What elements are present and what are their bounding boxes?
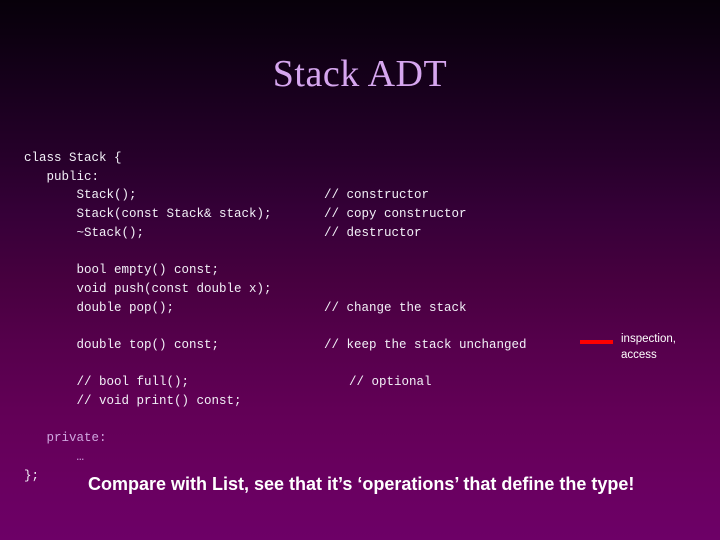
annotation-text: inspection, access	[621, 331, 713, 363]
code-line-text: …	[24, 450, 85, 464]
code-line: Stack(); // constructor	[24, 186, 584, 205]
code-line: double pop(); // change the stack	[24, 299, 584, 318]
code-line-text: public:	[24, 169, 100, 184]
code-line-comment: // destructor	[324, 225, 422, 240]
code-line-text: bool empty() const;	[24, 263, 220, 278]
code-line: private:	[24, 429, 584, 448]
code-line-comment: // optional	[349, 375, 432, 390]
code-block: class Stack { public: Stack(); // constru…	[24, 149, 584, 485]
code-line: class Stack {	[24, 149, 584, 168]
code-line-text: double top() const;	[24, 337, 220, 352]
code-line-text: class Stack {	[24, 151, 122, 165]
code-line-text: double pop();	[24, 300, 175, 315]
code-line-text: ~Stack();	[24, 225, 145, 240]
code-line-text: Stack();	[24, 188, 137, 203]
code-line: bool empty() const;	[24, 261, 584, 280]
page-title: Stack ADT	[272, 53, 448, 95]
red-pointer-line-icon	[580, 340, 613, 344]
code-line-text: // void print() const;	[24, 393, 242, 408]
code-line: // bool full(); // optional	[24, 373, 584, 392]
code-line-comment: // copy constructor	[324, 207, 467, 222]
code-line-text: // bool full();	[24, 375, 190, 390]
code-line-text: void push(const double x);	[24, 281, 272, 296]
code-line-comment: // keep the stack unchanged	[324, 337, 527, 352]
code-line: …	[24, 448, 584, 467]
annotation-line-2: access	[621, 349, 657, 361]
slide-caption: Compare with List, see that it’s ‘operat…	[88, 474, 635, 494]
code-line-comment: // constructor	[324, 188, 430, 203]
code-line: Stack(const Stack& stack); // copy constr…	[24, 205, 584, 224]
code-line-text: };	[24, 468, 40, 483]
annotation-line-1: inspection,	[621, 333, 676, 345]
code-line-text: Stack(const Stack& stack);	[24, 207, 272, 222]
code-line-comment: // change the stack	[324, 300, 467, 315]
slide-canvas: Stack ADT class Stack { public: Stack();…	[0, 0, 720, 540]
code-line: // void print() const;	[24, 392, 584, 411]
code-line: ~Stack(); // destructor	[24, 224, 584, 243]
code-line: public:	[24, 168, 584, 187]
code-line: double top() const; // keep the stack unc…	[24, 336, 584, 355]
code-line-text: private:	[24, 431, 107, 446]
code-line: void push(const double x);	[24, 280, 584, 299]
